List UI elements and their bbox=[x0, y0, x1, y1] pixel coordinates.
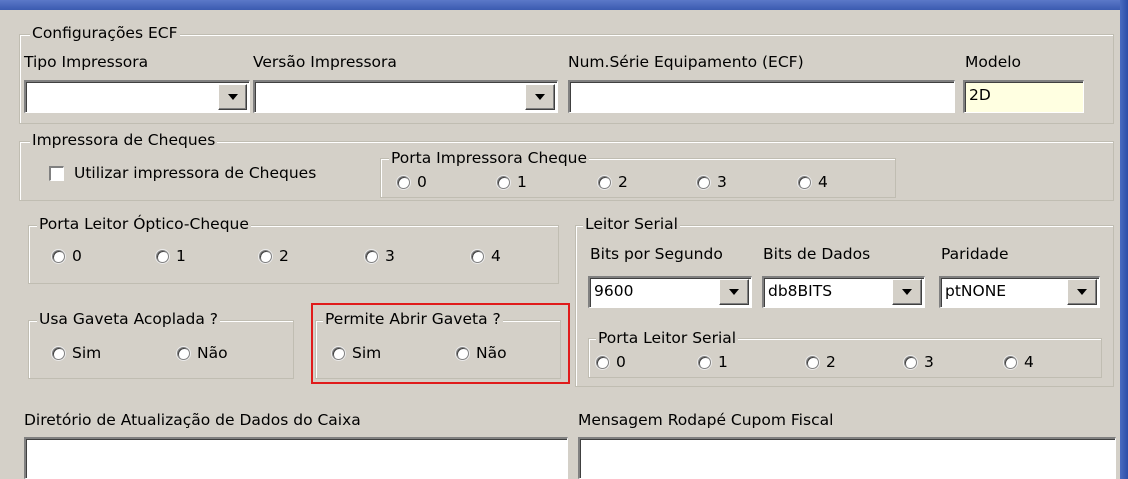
leitor-optico-radio-4[interactable]: 4 bbox=[471, 246, 501, 266]
versao-impressora-label: Versão Impressora bbox=[253, 53, 397, 71]
radio-circle-icon bbox=[798, 176, 811, 189]
bits-dados-dropdown-button[interactable] bbox=[892, 279, 922, 305]
leitor-optico-legend: Porta Leitor Óptico-Cheque bbox=[37, 215, 251, 233]
porta-cheque-radio-0[interactable]: 0 bbox=[397, 172, 427, 192]
diretorio-input[interactable] bbox=[24, 437, 568, 479]
porta-cheque-radio-4[interactable]: 4 bbox=[798, 172, 828, 192]
porta-serial-radio-0[interactable]: 0 bbox=[596, 352, 626, 372]
radio-circle-icon bbox=[52, 250, 65, 263]
radio-circle-icon bbox=[698, 356, 711, 369]
leitor-serial-legend: Leitor Serial bbox=[583, 215, 680, 233]
bits-segundo-label: Bits por Segundo bbox=[590, 245, 723, 263]
ecf-config-legend: Configurações ECF bbox=[30, 24, 180, 42]
radio-circle-icon bbox=[471, 250, 484, 263]
num-serie-label: Num.Série Equipamento (ECF) bbox=[568, 53, 804, 71]
leitor-optico-radio-3[interactable]: 3 bbox=[365, 246, 395, 266]
highlight-box bbox=[311, 303, 570, 384]
leitor-optico-radio-2[interactable]: 2 bbox=[259, 246, 289, 266]
tipo-impressora-select[interactable] bbox=[24, 80, 250, 113]
modelo-input[interactable]: 2D bbox=[963, 80, 1084, 113]
radio-circle-icon bbox=[52, 347, 65, 360]
leitor-optico-radio-1[interactable]: 1 bbox=[156, 246, 186, 266]
title-bar bbox=[0, 0, 1128, 10]
diretorio-label: Diretório de Atualização de Dados do Cai… bbox=[24, 411, 361, 429]
versao-impressora-dropdown-button[interactable] bbox=[525, 84, 555, 110]
num-serie-input[interactable] bbox=[568, 80, 955, 113]
porta-serial-radio-3[interactable]: 3 bbox=[904, 352, 934, 372]
bits-dados-label: Bits de Dados bbox=[763, 245, 871, 263]
paridade-label: Paridade bbox=[941, 245, 1009, 263]
mensagem-input[interactable] bbox=[578, 437, 1116, 479]
versao-impressora-select[interactable] bbox=[253, 80, 558, 113]
porta-cheque-radio-2[interactable]: 2 bbox=[598, 172, 628, 192]
porta-serial-radio-2[interactable]: 2 bbox=[806, 352, 836, 372]
gaveta-acoplada-nao-radio[interactable]: Não bbox=[177, 343, 228, 363]
bits-segundo-dropdown-button[interactable] bbox=[719, 279, 749, 305]
radio-circle-icon bbox=[697, 176, 710, 189]
porta-cheque-radio-3[interactable]: 3 bbox=[697, 172, 727, 192]
paridade-dropdown-button[interactable] bbox=[1067, 279, 1097, 305]
radio-circle-icon bbox=[397, 176, 410, 189]
radio-circle-icon bbox=[806, 356, 819, 369]
tipo-impressora-dropdown-button[interactable] bbox=[218, 84, 247, 110]
porta-serial-legend: Porta Leitor Serial bbox=[596, 329, 739, 347]
utilizar-cheques-checkbox[interactable] bbox=[49, 166, 64, 181]
radio-circle-icon bbox=[156, 250, 169, 263]
porta-cheque-radio-1[interactable]: 1 bbox=[497, 172, 527, 192]
radio-circle-icon bbox=[259, 250, 272, 263]
gaveta-acoplada-sim-radio[interactable]: Sim bbox=[52, 343, 101, 363]
gaveta-acoplada-legend: Usa Gaveta Acoplada ? bbox=[37, 310, 221, 328]
radio-circle-icon bbox=[1004, 356, 1017, 369]
window-border-right bbox=[1120, 0, 1128, 479]
radio-circle-icon bbox=[177, 347, 190, 360]
porta-cheque-legend: Porta Impressora Cheque bbox=[389, 149, 590, 167]
porta-serial-radio-4[interactable]: 4 bbox=[1004, 352, 1034, 372]
radio-circle-icon bbox=[497, 176, 510, 189]
radio-circle-icon bbox=[598, 176, 611, 189]
utilizar-cheques-label: Utilizar impressora de Cheques bbox=[74, 164, 317, 182]
radio-circle-icon bbox=[904, 356, 917, 369]
radio-circle-icon bbox=[596, 356, 609, 369]
modelo-label: Modelo bbox=[965, 53, 1022, 71]
porta-serial-radio-1[interactable]: 1 bbox=[698, 352, 728, 372]
leitor-optico-radio-0[interactable]: 0 bbox=[52, 246, 82, 266]
radio-circle-icon bbox=[365, 250, 378, 263]
cheques-legend: Impressora de Cheques bbox=[30, 131, 218, 149]
mensagem-label: Mensagem Rodapé Cupom Fiscal bbox=[578, 411, 834, 429]
tipo-impressora-label: Tipo Impressora bbox=[24, 53, 149, 71]
